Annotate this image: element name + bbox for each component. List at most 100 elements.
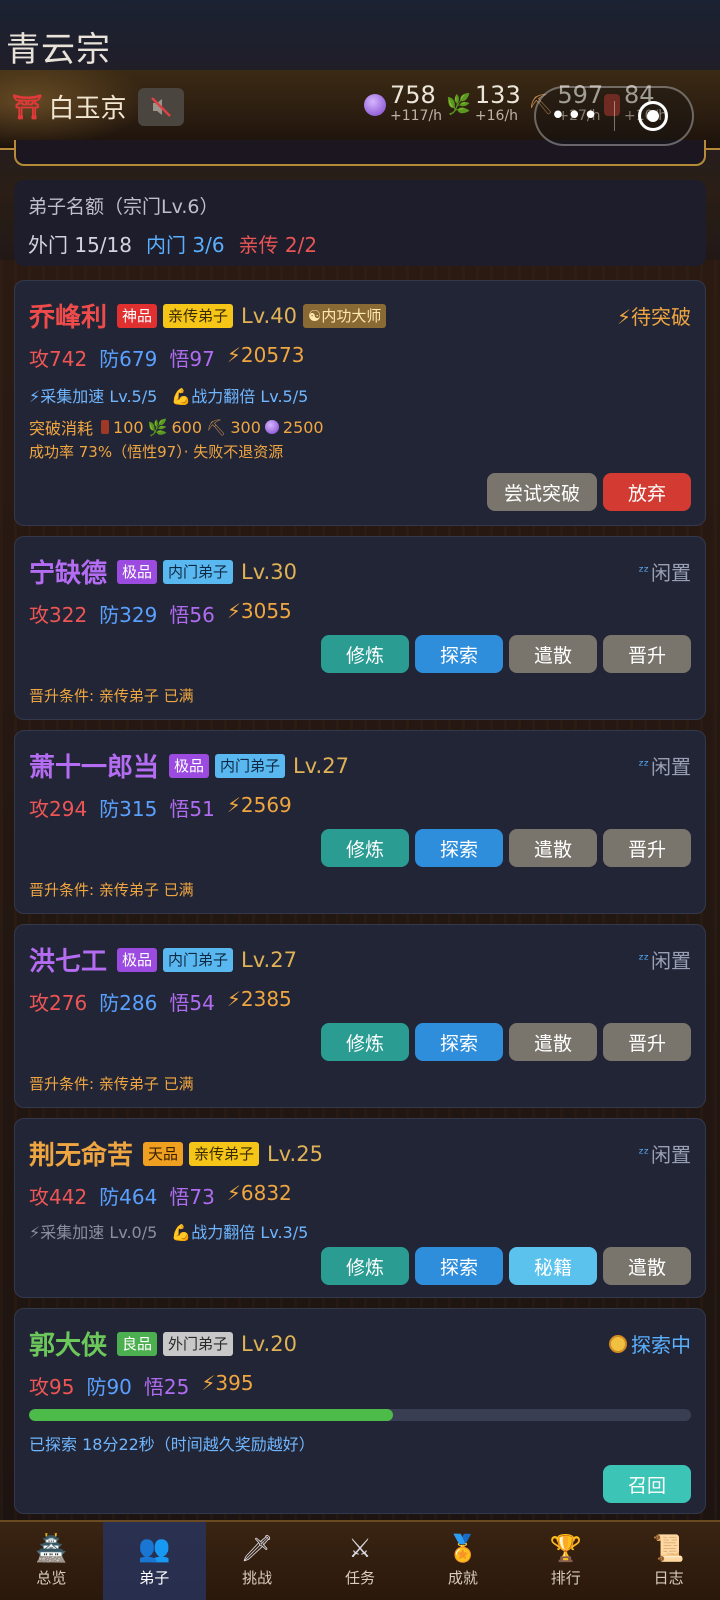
try-breakthrough-button[interactable]: 尝试突破 (487, 473, 597, 511)
pagoda-icon: 🏯 (35, 1533, 68, 1564)
dismiss-button[interactable]: 遣散 (509, 1023, 597, 1061)
explore-time: 已探索 18分22秒（时间越久奖励越好） (29, 1435, 315, 1454)
crossed-swords-icon: ⚔ (348, 1533, 372, 1564)
sleep-icon: ᶻᶻ (638, 563, 649, 580)
tab-log[interactable]: 📜 日志 (617, 1522, 720, 1600)
disciple-card: 洪七工 极品 内门弟子 Lv.27 ᶻᶻ 闲置 攻276 防286 悟54 ⚡2… (14, 924, 706, 1108)
success-rate: 成功率 73%（悟性97）· 失败不退资源 (29, 443, 284, 461)
target-icon (638, 101, 669, 131)
cultivate-button[interactable]: 修炼 (321, 829, 409, 867)
stat-attack: 攻742 (29, 347, 88, 371)
stat-power: ⚡3055 (226, 599, 292, 623)
tab-tasks[interactable]: ⚔ 任务 (309, 1522, 412, 1600)
promotion-note: 晋升条件: 亲传弟子 已满 (29, 687, 194, 705)
manual-button[interactable]: 秘籍 (509, 1247, 597, 1285)
stat-attack: 攻276 (29, 991, 88, 1015)
promote-button[interactable]: 晋升 (603, 1023, 691, 1061)
cultivate-button[interactable]: 修炼 (321, 635, 409, 673)
rank-badge: 内门弟子 (163, 947, 234, 972)
stat-attack: 攻442 (29, 1185, 88, 1209)
trophy-icon: 🏆 (549, 1533, 582, 1564)
promotion-note: 晋升条件: 亲传弟子 已满 (29, 881, 194, 899)
level: Lv.20 (241, 1331, 297, 1356)
explore-progress-fill (29, 1409, 394, 1421)
rank-badge: 亲传弟子 (163, 303, 234, 328)
dismiss-button[interactable]: 遣散 (509, 829, 597, 867)
quota-core: 亲传 2/2 (238, 233, 318, 257)
disciple-name: 洪七工 (29, 947, 108, 977)
explore-button[interactable]: 探索 (415, 1247, 503, 1285)
recall-button[interactable]: 召回 (603, 1465, 691, 1503)
cultivate-button[interactable]: 修炼 (321, 1023, 409, 1061)
status-idle: ᶻᶻ 闲置 (638, 949, 691, 973)
stats-row: 攻742 防679 悟97 ⚡20573 (29, 343, 305, 372)
dismiss-button[interactable]: 遣散 (509, 635, 597, 673)
skill-row: ⚡采集加速 Lv.5/5 💪战力翻倍 Lv.5/5 (29, 383, 308, 407)
abandon-button[interactable]: 放弃 (603, 473, 691, 511)
grade-badge: 极品 (117, 559, 158, 584)
close-miniprogram-button[interactable] (615, 101, 693, 131)
level: Lv.40 (241, 303, 297, 328)
wood-icon (101, 420, 110, 434)
stat-insight: 悟97 (169, 347, 215, 371)
tab-challenge[interactable]: 🗡 挑战 (206, 1522, 309, 1600)
stat-attack: 攻322 (29, 603, 88, 627)
disciple-card: 郭大侠 良品 外门弟子 Lv.20 探索中 攻95 防90 悟25 ⚡395 已… (14, 1308, 706, 1514)
stat-power: ⚡20573 (226, 343, 305, 367)
location[interactable]: ⛩ 白玉京 (12, 88, 126, 125)
speaker-muted-icon (151, 97, 171, 117)
level: Lv.27 (293, 753, 349, 778)
grade-badge: 极品 (169, 753, 210, 778)
disciple-name: 郭大侠 (29, 1331, 108, 1361)
tab-overview[interactable]: 🏯 总览 (0, 1522, 103, 1600)
tab-achievements[interactable]: 🏅 成就 (411, 1522, 514, 1600)
stat-defense: 防286 (99, 991, 158, 1015)
bottom-tab-bar: 🏯 总览 👥 弟子 🗡 挑战 ⚔ 任务 🏅 成就 🏆 排行 📜 日志 (0, 1520, 720, 1600)
explore-button[interactable]: 探索 (415, 829, 503, 867)
stat-insight: 悟73 (169, 1185, 215, 1209)
stat-defense: 防679 (99, 347, 158, 371)
stat-insight: 悟25 (143, 1375, 190, 1399)
miniprogram-capsule: ••• (534, 86, 694, 146)
skill-gather-speed: ⚡采集加速 Lv.5/5 (29, 387, 158, 406)
disciple-quota-panel: 弟子名额（宗门Lv.6） 外门 15/18 内门 3/6 亲传 2/2 (14, 180, 706, 266)
stat-defense: 防90 (86, 1375, 132, 1399)
stat-power: ⚡2385 (226, 987, 292, 1011)
location-name: 白玉京 (48, 94, 127, 124)
tab-disciples[interactable]: 👥 弟子 (102, 1522, 206, 1600)
explore-button[interactable]: 探索 (415, 1023, 503, 1061)
sleep-icon: ᶻᶻ (638, 757, 649, 774)
skill-power-double: 💪战力翻倍 Lv.5/5 (171, 387, 309, 406)
rank-badge: 内门弟子 (215, 753, 286, 778)
stat-power: ⚡6832 (226, 1181, 292, 1205)
more-menu-button[interactable]: ••• (536, 101, 614, 131)
status-exploring: 探索中 (609, 1329, 691, 1358)
status-idle: ᶻᶻ 闲置 (638, 755, 691, 779)
scroll-icon: 📜 (652, 1533, 685, 1564)
status-label: ⚡待突破 (616, 305, 691, 329)
sleep-icon: ᶻᶻ (638, 1145, 649, 1162)
disciple-card: 萧十一郎当 极品 内门弟子 Lv.27 ᶻᶻ 闲置 攻294 防315 悟51 … (14, 730, 706, 914)
title-badge: ☯内功大师 (302, 303, 387, 328)
promotion-note: 晋升条件: 亲传弟子 已满 (29, 1075, 194, 1093)
quota-outer: 外门 15/18 (28, 233, 132, 257)
promote-button[interactable]: 晋升 (603, 635, 691, 673)
mute-button[interactable] (138, 88, 184, 126)
grade-badge: 天品 (143, 1141, 184, 1166)
disciple-name: 萧十一郎当 (29, 753, 160, 783)
promote-button[interactable]: 晋升 (603, 829, 691, 867)
dismiss-button[interactable]: 遣散 (603, 1247, 691, 1285)
rank-badge: 外门弟子 (163, 1331, 234, 1356)
grade-badge: 良品 (117, 1331, 158, 1356)
tab-ranking[interactable]: 🏆 排行 (514, 1522, 617, 1600)
rank-badge: 内门弟子 (163, 559, 234, 584)
cultivate-button[interactable]: 修炼 (321, 1247, 409, 1285)
medal-icon: 🏅 (446, 1533, 480, 1564)
explore-button[interactable]: 探索 (415, 635, 503, 673)
sleep-icon: ᶻᶻ (638, 951, 649, 968)
disciple-name: 宁缺德 (29, 559, 108, 589)
stat-insight: 悟56 (169, 603, 215, 627)
herb-icon: 🌿 (147, 417, 168, 437)
explore-progress-bar (29, 1409, 691, 1421)
stat-defense: 防315 (99, 797, 158, 821)
